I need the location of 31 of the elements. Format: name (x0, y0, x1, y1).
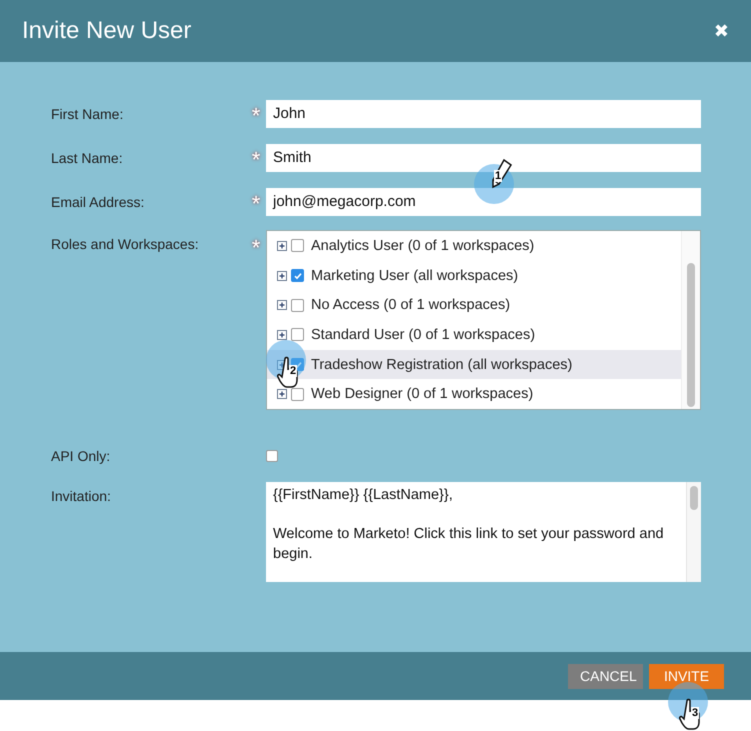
step-number: 1 (494, 170, 502, 182)
role-label: Web Designer (0 of 1 workspaces) (311, 386, 534, 402)
input-field[interactable]: John (266, 100, 701, 128)
role-label: Standard User (0 of 1 workspaces) (311, 326, 536, 343)
role-item[interactable]: No Access (0 of 1 workspaces) (267, 290, 681, 320)
dialog-title: Invite New User (22, 17, 192, 45)
field-label: First Name: (51, 105, 124, 124)
role-label: Marketing User (all workspaces) (311, 268, 518, 284)
role-item[interactable]: Web Designer (0 of 1 workspaces) (267, 379, 681, 410)
field-label: Last Name: (51, 149, 124, 168)
close-button[interactable]: ✖ (714, 20, 729, 42)
role-item[interactable]: Marketing User (all workspaces) (267, 260, 681, 290)
required-marker: * (250, 146, 262, 174)
field-label: Email Address: (51, 193, 146, 212)
field-label: API Only: (51, 447, 112, 466)
invitation-field[interactable]: {{FirstName}} {{LastName}}, Welcome to Marketo! Click this link to set your password and begin. (266, 482, 701, 582)
cancel-button[interactable]: CANCEL (568, 664, 643, 688)
role-label: No Access (0 of 1 workspaces) (311, 297, 510, 314)
role-label: Analytics User (0 of 1 workspaces) (311, 238, 534, 254)
required-marker: * (250, 102, 262, 130)
role-item[interactable]: Analytics User (0 of 1 workspaces) (267, 231, 681, 261)
required-marker: * (250, 234, 262, 262)
invitation-text: Welcome to Marketo! Click this link to set your password and begin. (273, 525, 665, 564)
step-number: 2 (289, 365, 298, 377)
invitation-text: {{FirstName}} {{LastName}}, (273, 486, 454, 505)
step-number: 3 (691, 707, 700, 719)
role-item[interactable]: Standard User (0 of 1 workspaces) (267, 320, 681, 350)
field-label: Roles and Workspaces: (51, 235, 200, 254)
required-marker: * (250, 190, 262, 218)
role-label: Tradeshow Registration (all workspaces) (311, 356, 572, 373)
field-label: Invitation: (51, 487, 112, 506)
